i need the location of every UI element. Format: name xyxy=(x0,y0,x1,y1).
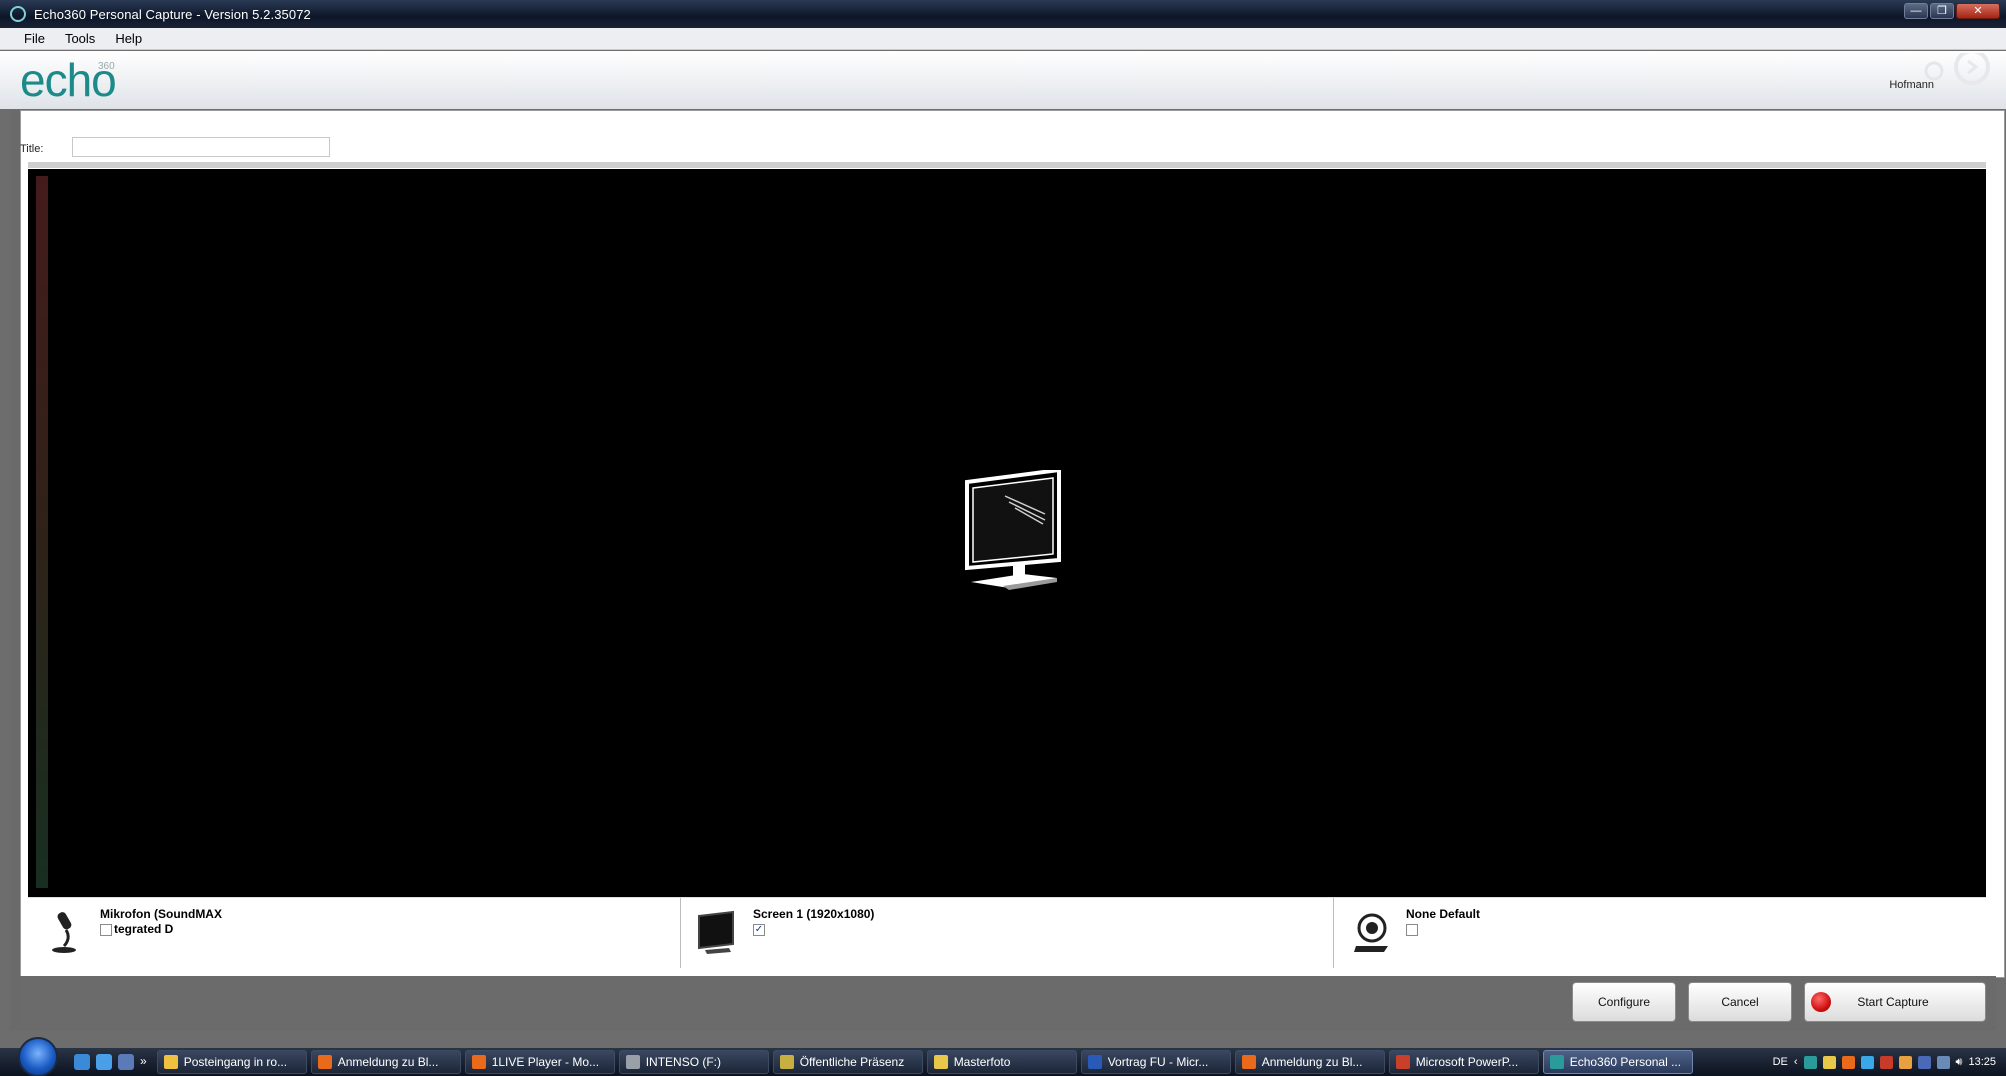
desktop-icon[interactable] xyxy=(118,1054,134,1070)
tray-network-icon[interactable] xyxy=(1860,1055,1874,1069)
taskbar-item[interactable]: INTENSO (F:) xyxy=(618,1050,769,1074)
powerpoint-icon xyxy=(1395,1055,1410,1069)
word-icon xyxy=(1087,1055,1102,1069)
configure-button[interactable]: Configure xyxy=(1572,982,1676,1022)
tray-shield-icon[interactable] xyxy=(1917,1055,1931,1069)
audio-source-label-line2: tegrated D xyxy=(114,922,174,936)
firefox-icon xyxy=(1241,1055,1256,1069)
maximize-button[interactable]: ❐ xyxy=(1930,3,1954,19)
taskbar-item-label: INTENSO (F:) xyxy=(645,1055,722,1069)
taskbar-item-label: 1LIVE Player - Mo... xyxy=(491,1055,600,1069)
menu-bar: File Tools Help xyxy=(0,28,2006,50)
close-button[interactable]: ✕ xyxy=(1956,3,2000,19)
tray-app-icon[interactable] xyxy=(1841,1055,1855,1069)
browser-icon[interactable] xyxy=(96,1054,112,1070)
video-source: None Default xyxy=(1334,898,1986,968)
taskbar-item-label: Echo360 Personal ... xyxy=(1569,1055,1682,1069)
taskbar-item[interactable]: Posteingang in ro... xyxy=(156,1050,307,1074)
taskbar-item-label: Posteingang in ro... xyxy=(183,1055,288,1069)
monitor-preview-icon xyxy=(965,470,1061,590)
taskbar-item-active[interactable]: Echo360 Personal ... xyxy=(1542,1050,1693,1074)
header-band: echo 360 Hofmann xyxy=(0,51,2006,109)
taskbar-item-label: Öffentliche Präsenz xyxy=(799,1055,905,1069)
screen-source-checkbox[interactable]: ✓ xyxy=(753,924,765,936)
firefox-icon xyxy=(471,1055,486,1069)
menu-tools[interactable]: Tools xyxy=(55,28,105,50)
tray-echo-icon[interactable] xyxy=(1803,1055,1817,1069)
start-capture-button[interactable]: Start Capture xyxy=(1804,982,1986,1022)
title-label: Title: xyxy=(20,143,44,155)
taskbar-item-label: Microsoft PowerP... xyxy=(1415,1055,1519,1069)
system-tray: DE ‹ 🔊︎ 13:25 xyxy=(1773,1048,1996,1076)
language-indicator[interactable]: DE xyxy=(1773,1056,1788,1068)
quick-launch: » xyxy=(74,1054,147,1070)
taskbar-item-label: Masterfoto xyxy=(953,1055,1011,1069)
cancel-button[interactable]: Cancel xyxy=(1688,982,1792,1022)
audio-source-checkbox[interactable] xyxy=(100,924,112,936)
minimize-button[interactable]: — xyxy=(1904,3,1928,19)
audio-source: Mikrofon (SoundMAX tegrated D xyxy=(28,898,681,968)
action-bar: Configure Cancel Start Capture xyxy=(20,976,1996,1028)
screen-source: Screen 1 (1920x1080) ✓ xyxy=(681,898,1334,968)
microphone-icon xyxy=(52,912,76,953)
tray-connection-icon[interactable] xyxy=(1936,1055,1950,1069)
mail-icon xyxy=(163,1055,178,1069)
menu-file[interactable]: File xyxy=(14,28,55,50)
window-titlebar: Echo360 Personal Capture - Version 5.2.3… xyxy=(0,0,2006,28)
folder-icon xyxy=(779,1055,794,1069)
audio-level-meter xyxy=(36,176,48,888)
record-icon xyxy=(1811,992,1832,1012)
video-source-checkbox[interactable] xyxy=(1406,924,1418,936)
windows-taskbar: » Posteingang in ro... Anmeldung zu Bl..… xyxy=(0,1037,2006,1076)
preview-top-strip xyxy=(28,162,1986,168)
video-source-label: None Default xyxy=(1406,907,1481,921)
taskbar-item[interactable]: Öffentliche Präsenz xyxy=(772,1050,923,1074)
start-capture-label: Start Capture xyxy=(1857,995,1929,1009)
window-controls: — ❐ ✕ xyxy=(1904,3,2000,19)
taskbar-items: Posteingang in ro... Anmeldung zu Bl... … xyxy=(156,1050,1693,1074)
window-title: Echo360 Personal Capture - Version 5.2.3… xyxy=(34,6,311,22)
taskbar-item[interactable]: Microsoft PowerP... xyxy=(1388,1050,1539,1074)
echo-logo-360: 360 xyxy=(98,61,115,72)
taskbar-item[interactable]: Masterfoto xyxy=(926,1050,1077,1074)
drive-icon xyxy=(625,1055,640,1069)
tray-mail-icon[interactable] xyxy=(1822,1055,1836,1069)
echo360-app-icon xyxy=(10,6,26,22)
user-decoration-icon xyxy=(1924,53,1990,85)
title-row: Title: xyxy=(20,138,43,160)
taskbar-item-label: Anmeldung zu Bl... xyxy=(1261,1055,1363,1069)
firefox-icon xyxy=(317,1055,332,1069)
start-button[interactable] xyxy=(18,1037,58,1076)
folder-icon xyxy=(933,1055,948,1069)
taskbar-item-label: Anmeldung zu Bl... xyxy=(337,1055,439,1069)
echo360-icon xyxy=(1549,1055,1564,1069)
menu-help[interactable]: Help xyxy=(105,28,152,50)
taskbar-item[interactable]: 1LIVE Player - Mo... xyxy=(464,1050,615,1074)
audio-source-label-line1: Mikrofon (SoundMAX xyxy=(100,907,222,921)
tray-expand-icon[interactable]: ‹ xyxy=(1794,1056,1798,1068)
clock[interactable]: 13:25 xyxy=(1968,1056,1996,1068)
taskbar-item[interactable]: Vortrag FU - Micr... xyxy=(1080,1050,1231,1074)
audio-source-label: Mikrofon (SoundMAX xyxy=(100,908,360,921)
ie-icon[interactable] xyxy=(74,1054,90,1070)
taskbar-item[interactable]: Anmeldung zu Bl... xyxy=(310,1050,461,1074)
screen-icon xyxy=(698,910,734,954)
tray-security-icon[interactable] xyxy=(1879,1055,1893,1069)
webcam-icon xyxy=(1354,913,1388,952)
taskbar-item[interactable]: Anmeldung zu Bl... xyxy=(1234,1050,1385,1074)
volume-icon[interactable]: 🔊︎ xyxy=(1956,1056,1963,1069)
taskbar-item-label: Vortrag FU - Micr... xyxy=(1107,1055,1209,1069)
capture-sources: Mikrofon (SoundMAX tegrated D Screen 1 (… xyxy=(28,897,1986,968)
screen-source-label: Screen 1 (1920x1080) xyxy=(753,907,875,921)
title-input[interactable] xyxy=(72,137,330,157)
tray-update-icon[interactable] xyxy=(1898,1055,1912,1069)
quicklaunch-more[interactable]: » xyxy=(140,1054,147,1070)
